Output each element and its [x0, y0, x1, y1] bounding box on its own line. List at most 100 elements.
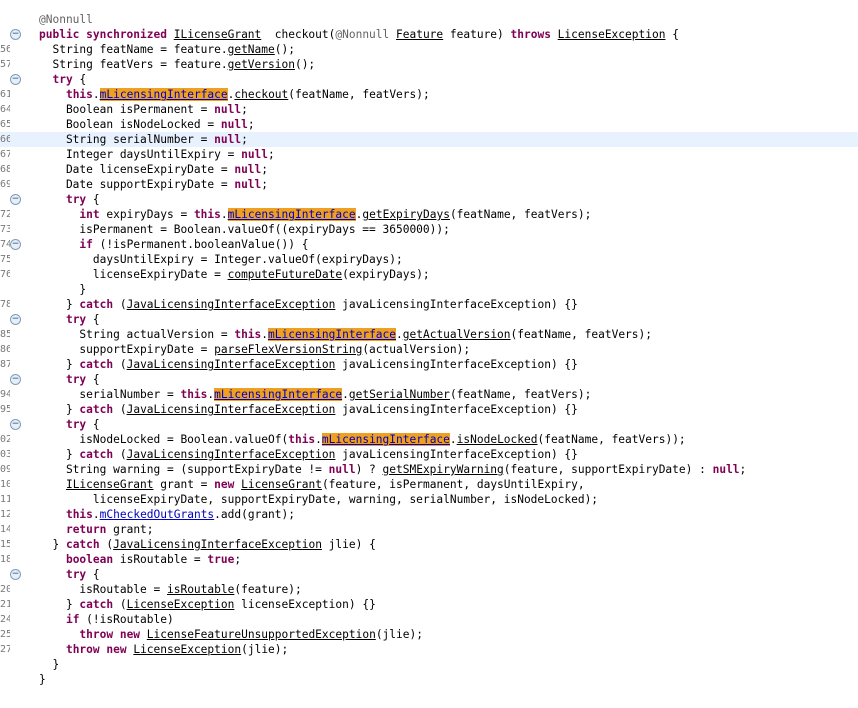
- code-editor[interactable]: @Nonnull − public synchronized ILicenseGra…: [0, 0, 858, 708]
- code-text[interactable]: try {: [39, 567, 100, 582]
- code-text[interactable]: Date licenseExpiryDate = null;: [39, 162, 268, 177]
- code-text[interactable]: String serialNumber = null;: [39, 132, 248, 147]
- code-line-current[interactable]: 66 String serialNumber = null;: [0, 132, 858, 147]
- code-line[interactable]: − try {: [0, 372, 858, 387]
- code-text[interactable]: String featName = feature.getName();: [39, 42, 295, 57]
- code-line[interactable]: 65 Boolean isNodeLocked = null;: [0, 117, 858, 132]
- code-text[interactable]: isRoutable = isRoutable(feature);: [39, 582, 301, 597]
- code-line[interactable]: 95 } catch (JavaLicensingInterfaceExcept…: [0, 402, 858, 417]
- code-line[interactable]: 74− if (!isPermanent.booleanValue()) {: [0, 237, 858, 252]
- code-line[interactable]: 69 Date supportExpiryDate = null;: [0, 177, 858, 192]
- code-text[interactable]: public synchronized ILicenseGrant checko…: [39, 27, 679, 42]
- code-text[interactable]: }: [39, 282, 86, 297]
- code-line[interactable]: 56 String featName = feature.getName();: [0, 42, 858, 57]
- code-text[interactable]: ILicenseGrant grant = new LicenseGrant(f…: [39, 477, 585, 492]
- code-line[interactable]: }: [0, 672, 858, 687]
- code-line[interactable]: 18 boolean isRoutable = true;: [0, 552, 858, 567]
- code-text[interactable]: } catch (JavaLicensingInterfaceException…: [39, 447, 578, 462]
- code-line[interactable]: − try {: [0, 567, 858, 582]
- code-line[interactable]: 03 } catch (JavaLicensingInterfaceExcept…: [0, 447, 858, 462]
- code-text[interactable]: Date supportExpiryDate = null;: [39, 177, 268, 192]
- code-text[interactable]: try {: [39, 372, 100, 387]
- code-line[interactable]: 15 } catch (JavaLicensingInterfaceExcept…: [0, 537, 858, 552]
- code-line[interactable]: 64 Boolean isPermanent = null;: [0, 102, 858, 117]
- code-line[interactable]: − try {: [0, 192, 858, 207]
- code-text[interactable]: daysUntilExpiry = Integer.valueOf(expiry…: [39, 252, 403, 267]
- code-text[interactable]: } catch (JavaLicensingInterfaceException…: [39, 357, 578, 372]
- code-line[interactable]: 57 String featVers = feature.getVersion(…: [0, 57, 858, 72]
- code-line[interactable]: }: [0, 657, 858, 672]
- code-line[interactable]: 11 licenseExpiryDate, supportExpiryDate,…: [0, 492, 858, 507]
- code-line[interactable]: 72 int expiryDays = this.mLicensingInter…: [0, 207, 858, 222]
- fold-collapse-icon[interactable]: −: [10, 419, 21, 430]
- code-line[interactable]: 24 if (!isRoutable): [0, 612, 858, 627]
- code-text[interactable]: Integer daysUntilExpiry = null;: [39, 147, 275, 162]
- code-line[interactable]: 75 daysUntilExpiry = Integer.valueOf(exp…: [0, 252, 858, 267]
- code-text[interactable]: } catch (JavaLicensingInterfaceException…: [39, 297, 578, 312]
- code-line[interactable]: 86 supportExpiryDate = parseFlexVersionS…: [0, 342, 858, 357]
- code-text[interactable]: this.mLicensingInterface.checkout(featNa…: [39, 87, 430, 102]
- code-text[interactable]: } catch (JavaLicensingInterfaceException…: [39, 402, 578, 417]
- fold-collapse-icon[interactable]: −: [10, 239, 21, 250]
- code-text[interactable]: try {: [39, 192, 100, 207]
- fold-collapse-icon[interactable]: −: [10, 29, 21, 40]
- code-text[interactable]: @Nonnull: [39, 12, 93, 27]
- code-line[interactable]: − try {: [0, 417, 858, 432]
- code-line[interactable]: 87 } catch (JavaLicensingInterfaceExcept…: [0, 357, 858, 372]
- fold-collapse-icon[interactable]: −: [10, 194, 21, 205]
- code-text[interactable]: String featVers = feature.getVersion();: [39, 57, 315, 72]
- code-line[interactable]: 78 } catch (JavaLicensingInterfaceExcept…: [0, 297, 858, 312]
- fold-collapse-icon[interactable]: −: [10, 374, 21, 385]
- code-text[interactable]: try {: [39, 72, 86, 87]
- code-text[interactable]: } catch (LicenseException licenseExcepti…: [39, 597, 376, 612]
- code-text[interactable]: }: [39, 657, 59, 672]
- fold-collapse-icon[interactable]: −: [10, 314, 21, 325]
- code-line[interactable]: [0, 0, 858, 12]
- code-line[interactable]: 12 this.mCheckedOutGrants.add(grant);: [0, 507, 858, 522]
- code-line[interactable]: 85 String actualVersion = this.mLicensin…: [0, 327, 858, 342]
- code-line[interactable]: − try {: [0, 72, 858, 87]
- code-line[interactable]: 61 this.mLicensingInterface.checkout(fea…: [0, 87, 858, 102]
- code-line[interactable]: 10 ILicenseGrant grant = new LicenseGran…: [0, 477, 858, 492]
- code-text[interactable]: licenseExpiryDate, supportExpiryDate, wa…: [39, 492, 598, 507]
- code-line[interactable]: 67 Integer daysUntilExpiry = null;: [0, 147, 858, 162]
- code-line[interactable]: @Nonnull: [0, 12, 858, 27]
- code-text[interactable]: supportExpiryDate = parseFlexVersionStri…: [39, 342, 470, 357]
- code-text[interactable]: try {: [39, 312, 100, 327]
- code-line[interactable]: 94 serialNumber = this.mLicensingInterfa…: [0, 387, 858, 402]
- code-text[interactable]: licenseExpiryDate = computeFutureDate(ex…: [39, 267, 430, 282]
- code-line[interactable]: 27 throw new LicenseException(jlie);: [0, 642, 858, 657]
- fold-collapse-icon[interactable]: −: [10, 74, 21, 85]
- code-text[interactable]: Boolean isPermanent = null;: [39, 102, 248, 117]
- code-text[interactable]: try {: [39, 417, 100, 432]
- code-text[interactable]: if (!isPermanent.booleanValue()) {: [39, 237, 308, 252]
- code-text[interactable]: this.mCheckedOutGrants.add(grant);: [39, 507, 295, 522]
- code-text[interactable]: throw new LicenseFeatureUnsupportedExcep…: [39, 627, 423, 642]
- code-line[interactable]: 21 } catch (LicenseException licenseExce…: [0, 597, 858, 612]
- code-line[interactable]: 73 isPermanent = Boolean.valueOf((expiry…: [0, 222, 858, 237]
- code-line[interactable]: − try {: [0, 312, 858, 327]
- code-text[interactable]: }: [39, 672, 46, 687]
- code-text[interactable]: String warning = (supportExpiryDate != n…: [39, 462, 746, 477]
- code-line[interactable]: 68 Date licenseExpiryDate = null;: [0, 162, 858, 177]
- code-text[interactable]: return grant;: [39, 522, 154, 537]
- code-line[interactable]: 02 isNodeLocked = Boolean.valueOf(this.m…: [0, 432, 858, 447]
- code-text[interactable]: Boolean isNodeLocked = null;: [39, 117, 255, 132]
- code-line[interactable]: 09 String warning = (supportExpiryDate !…: [0, 462, 858, 477]
- code-line[interactable]: − public synchronized ILicenseGrant check…: [0, 27, 858, 42]
- code-text[interactable]: isPermanent = Boolean.valueOf((expiryDay…: [39, 222, 449, 237]
- code-text[interactable]: int expiryDays = this.mLicensingInterfac…: [39, 207, 591, 222]
- code-line[interactable]: 20 isRoutable = isRoutable(feature);: [0, 582, 858, 597]
- code-line[interactable]: }: [0, 282, 858, 297]
- code-line[interactable]: 76 licenseExpiryDate = computeFutureDate…: [0, 267, 858, 282]
- code-text[interactable]: if (!isRoutable): [39, 612, 174, 627]
- code-text[interactable]: isNodeLocked = Boolean.valueOf(this.mLic…: [39, 432, 686, 447]
- code-text[interactable]: serialNumber = this.mLicensingInterface.…: [39, 387, 591, 402]
- code-line[interactable]: 14 return grant;: [0, 522, 858, 537]
- code-text[interactable]: } catch (JavaLicensingInterfaceException…: [39, 537, 375, 552]
- code-text[interactable]: boolean isRoutable = true;: [39, 552, 241, 567]
- fold-collapse-icon[interactable]: −: [10, 569, 21, 580]
- code-line[interactable]: 25 throw new LicenseFeatureUnsupportedEx…: [0, 627, 858, 642]
- code-text[interactable]: throw new LicenseException(jlie);: [39, 642, 288, 657]
- code-text[interactable]: String actualVersion = this.mLicensingIn…: [39, 327, 652, 342]
